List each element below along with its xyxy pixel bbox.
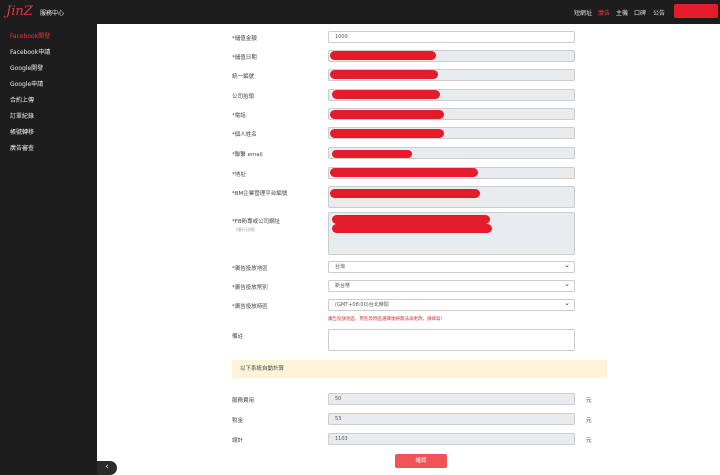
label-fb-page: *FB粉專或公司網址 bbox=[232, 219, 281, 225]
label-region: *廣告投放地區 bbox=[232, 266, 268, 272]
label-amount: *儲值金額 bbox=[232, 36, 257, 42]
amount-input[interactable]: 1000 bbox=[328, 31, 575, 43]
top-bar: JinZ 服務中心 短網址 廣告 主機 口碑 公告 bbox=[0, 0, 720, 24]
service-fee-field: 50 bbox=[328, 393, 575, 405]
redacted-fb-page-1 bbox=[332, 215, 490, 224]
redacted-email bbox=[332, 150, 412, 158]
timezone-select[interactable]: (GMT+08:00)台北時間 bbox=[328, 298, 575, 311]
label-bm-id: *BM企業管理平台編號 bbox=[232, 191, 288, 197]
redacted-tax-id bbox=[330, 70, 438, 79]
sidebar-item-google-dev[interactable]: Google開發 bbox=[10, 63, 43, 72]
label-timezone: *廣告投放時區 bbox=[232, 304, 268, 310]
nav-ads[interactable]: 廣告 bbox=[598, 8, 610, 17]
label-remark: 備註 bbox=[232, 334, 244, 340]
sidebar-item-contract-upload[interactable]: 合約上傳 bbox=[10, 95, 34, 104]
label-currency: *廣告投放幣別 bbox=[232, 285, 268, 291]
label-date: *儲值日期 bbox=[232, 55, 257, 61]
sidebar: Facebook開發 Facebook申請 Google開發 Google申請 … bbox=[0, 24, 97, 475]
region-select[interactable]: 台灣 bbox=[328, 260, 575, 273]
currency-select[interactable]: 新台幣 bbox=[328, 279, 575, 292]
redacted-bm-id bbox=[330, 189, 480, 198]
redacted-date bbox=[330, 51, 436, 60]
label-company: 公司抬頭 bbox=[232, 94, 255, 100]
label-service-fee: 服務費用 bbox=[232, 398, 255, 404]
label-contact-name: *個人姓名 bbox=[232, 132, 257, 138]
label-fb-page-note: (換行分隔) bbox=[236, 227, 256, 232]
label-phone: *電話 bbox=[232, 113, 246, 119]
total-field: 1103 bbox=[328, 433, 575, 445]
submit-button[interactable]: 確認 bbox=[395, 454, 447, 468]
service-center-title: 服務中心 bbox=[40, 10, 65, 17]
nav-announcement[interactable]: 公告 bbox=[653, 8, 665, 17]
unit-tax: 元 bbox=[586, 418, 592, 424]
nav-reputation[interactable]: 口碑 bbox=[634, 8, 646, 17]
user-account-redacted[interactable] bbox=[674, 4, 718, 18]
nav-short-url[interactable]: 短網址 bbox=[574, 8, 592, 17]
redacted-address bbox=[330, 168, 478, 177]
sidebar-item-facebook-dev[interactable]: Facebook開發 bbox=[10, 31, 50, 40]
label-total: 總計 bbox=[232, 438, 244, 444]
redacted-contact-name bbox=[330, 129, 444, 138]
label-tax: 稅金 bbox=[232, 418, 244, 424]
redacted-company bbox=[332, 90, 440, 99]
sidebar-collapse-icon[interactable]: ‹ bbox=[97, 461, 117, 475]
sidebar-item-ad-review[interactable]: 廣告審查 bbox=[10, 143, 34, 152]
redacted-fb-page-2 bbox=[332, 224, 492, 233]
sidebar-item-google-apply[interactable]: Google申請 bbox=[10, 79, 43, 88]
auto-calc-banner: 以下系統自動計算 bbox=[232, 360, 607, 378]
label-email: *聯繫 email bbox=[232, 152, 263, 158]
tax-field: 53 bbox=[328, 413, 575, 425]
label-address: *地址 bbox=[232, 172, 246, 178]
region-notice: 廣告投放地區、幣別及時區選擇後將無法再更改，請填寫！ bbox=[328, 317, 445, 322]
remark-textarea[interactable] bbox=[328, 329, 575, 351]
sidebar-item-account-transfer[interactable]: 帳號轉移 bbox=[10, 127, 34, 136]
unit-service-fee: 元 bbox=[586, 398, 592, 404]
label-tax-id: 統一編號 bbox=[232, 74, 255, 80]
redacted-phone bbox=[330, 110, 444, 119]
unit-total: 元 bbox=[586, 438, 592, 444]
sidebar-item-facebook-apply[interactable]: Facebook申請 bbox=[10, 47, 50, 56]
sidebar-item-order-records[interactable]: 訂單紀錄 bbox=[10, 111, 34, 120]
logo[interactable]: JinZ bbox=[6, 4, 33, 19]
nav-hosting[interactable]: 主機 bbox=[616, 8, 628, 17]
